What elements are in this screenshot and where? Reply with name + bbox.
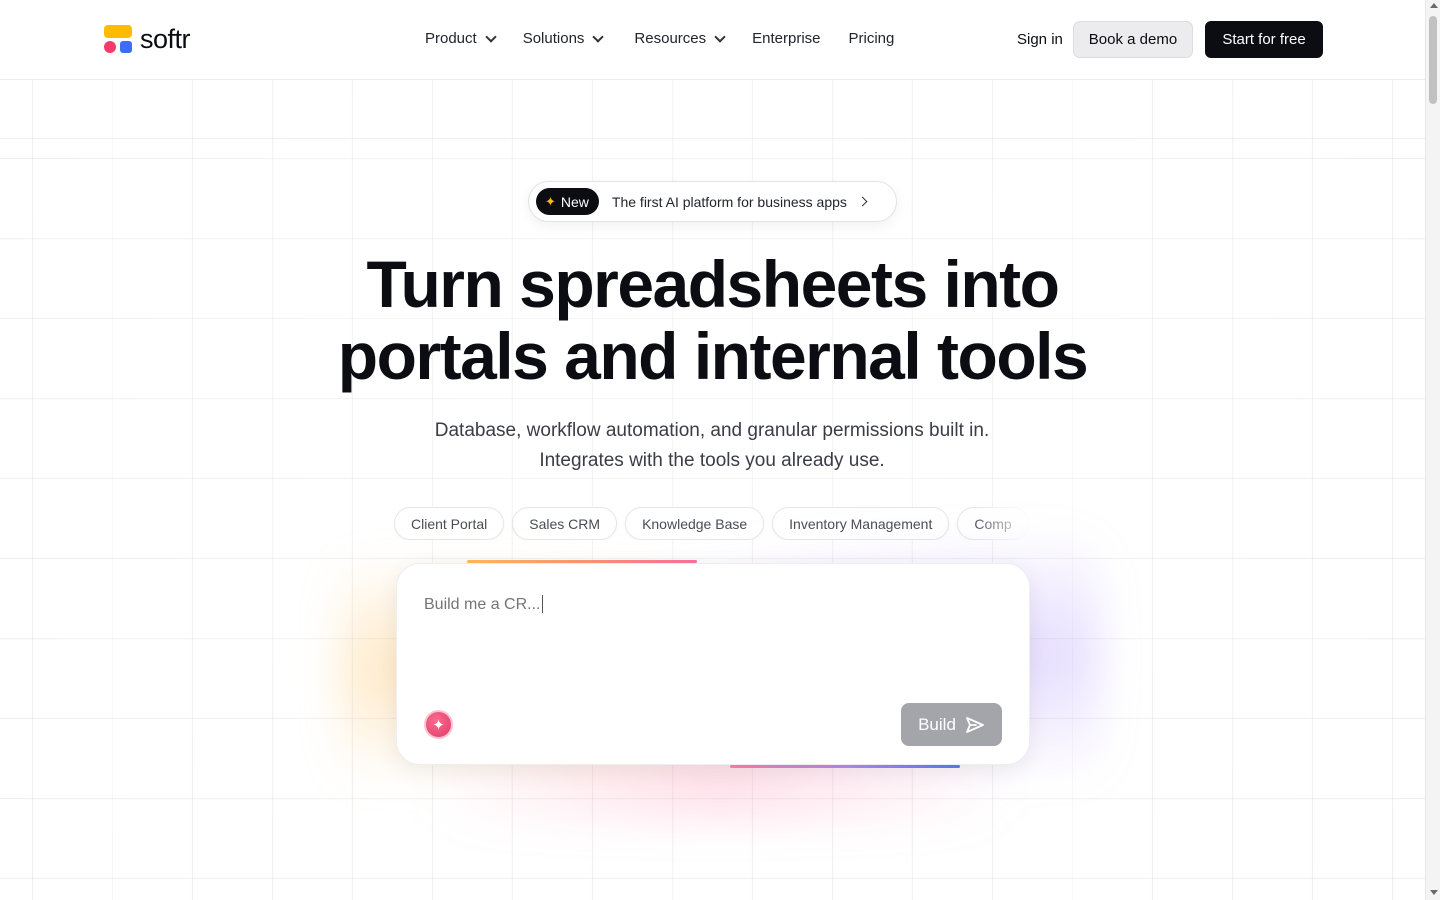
build-button[interactable]: Build bbox=[901, 703, 1002, 746]
nav-item-product[interactable]: Product bbox=[425, 28, 497, 50]
hero-subtitle: Database, workflow automation, and granu… bbox=[434, 420, 990, 471]
start-free-button[interactable]: Start for free bbox=[1205, 21, 1323, 58]
logo-text: softr bbox=[140, 24, 191, 54]
hero-title-line2: portals and internal tools bbox=[337, 319, 1089, 393]
hero-title-line1: Turn spreadsheets into bbox=[366, 247, 1060, 321]
nav-item-resources[interactable]: Resources bbox=[634, 28, 726, 50]
chevron-down-icon bbox=[714, 30, 726, 43]
main-nav: Product Solutions Resources Enterprise P… bbox=[425, 28, 922, 50]
prompt-accent-bottom bbox=[730, 765, 960, 768]
chevron-right-icon bbox=[857, 196, 868, 207]
chevron-down-icon bbox=[592, 30, 605, 43]
build-button-label: Build bbox=[918, 714, 956, 734]
softr-logo[interactable]: softr bbox=[103, 24, 191, 54]
scroll-down-arrow-icon[interactable] bbox=[1430, 890, 1438, 895]
send-icon bbox=[966, 716, 984, 733]
announcement-pill[interactable]: ✦ New The first AI platform for business… bbox=[528, 181, 897, 222]
ai-sparkle-icon[interactable]: ✦ bbox=[424, 710, 453, 739]
sign-in-link[interactable]: Sign in bbox=[1017, 29, 1063, 51]
scroll-up-arrow-icon[interactable] bbox=[1430, 3, 1438, 8]
nav-item-enterprise[interactable]: Enterprise bbox=[752, 28, 820, 50]
prompt-box: ✦ Build bbox=[396, 563, 1030, 765]
scroll-thumb[interactable] bbox=[1429, 16, 1437, 104]
nav-item-label: Solutions bbox=[522, 30, 585, 47]
nav-item-label: Product bbox=[425, 30, 477, 47]
prompt-input[interactable] bbox=[424, 593, 984, 617]
announcement-text: The first AI platform for business apps bbox=[611, 193, 847, 210]
softr-logo-icon bbox=[103, 24, 133, 54]
book-demo-button[interactable]: Book a demo bbox=[1073, 21, 1193, 58]
site-header: softr Product Solutions Resources Enterp… bbox=[0, 0, 1425, 80]
nav-item-solutions[interactable]: Solutions bbox=[522, 28, 605, 50]
nav-item-label: Resources bbox=[634, 30, 707, 47]
hero-title: Turn spreadsheets into portals and inter… bbox=[0, 248, 1425, 392]
new-badge-label: New bbox=[560, 193, 589, 210]
page-scrollbar[interactable] bbox=[1425, 0, 1440, 900]
nav-item-label: Pricing bbox=[848, 30, 895, 47]
sparkle-icon: ✦ bbox=[545, 193, 556, 209]
nav-item-label: Enterprise bbox=[752, 30, 821, 47]
text-caret bbox=[542, 595, 543, 613]
new-badge: ✦ New bbox=[536, 188, 599, 215]
chevron-down-icon bbox=[485, 30, 497, 43]
nav-item-pricing[interactable]: Pricing bbox=[849, 28, 895, 50]
